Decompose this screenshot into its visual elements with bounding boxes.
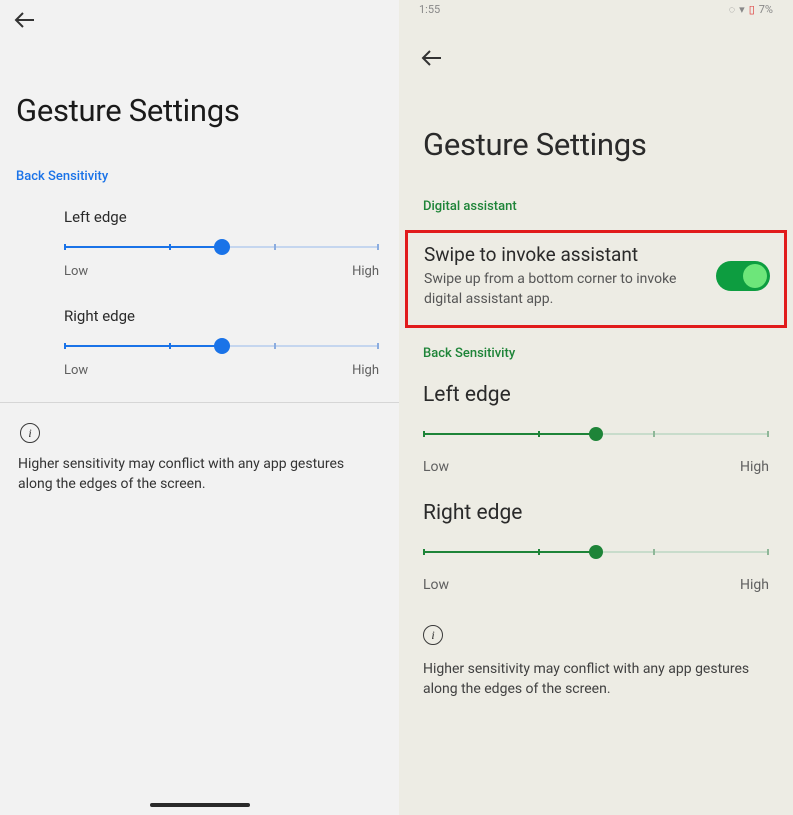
refresh-icon: ◌ xyxy=(729,3,736,16)
status-bar: 1:55 ◌ ▾ ▯ 7% xyxy=(399,0,793,18)
slider-minmax: Low High xyxy=(423,459,769,475)
gesture-nav-bar[interactable] xyxy=(150,803,250,807)
info-text: Higher sensitivity may conflict with any… xyxy=(399,659,793,700)
info-icon: i xyxy=(423,625,443,645)
slider-label: Right edge xyxy=(423,501,769,525)
slider-track[interactable] xyxy=(423,427,769,441)
slider-left-edge: Left edge Low High xyxy=(399,371,793,479)
assistant-toggle-card: Swipe to invoke assistant Swipe up from … xyxy=(405,230,787,328)
slider-minmax: Low High xyxy=(423,577,769,593)
back-icon[interactable] xyxy=(12,8,36,32)
slider-track[interactable] xyxy=(423,545,769,559)
slider-track[interactable] xyxy=(64,240,379,254)
section-back-sensitivity: Back Sensitivity xyxy=(0,169,399,192)
location-icon: ▾ xyxy=(739,3,745,16)
slider-right-edge: Right edge Low High xyxy=(399,479,793,597)
slider-left-edge: Left edge Low High xyxy=(0,192,399,291)
status-right: ◌ ▾ ▯ 7% xyxy=(729,3,773,16)
toggle-title: Swipe to invoke assistant xyxy=(424,243,704,266)
left-pane: Gesture Settings Back Sensitivity Left e… xyxy=(0,0,399,815)
battery-icon: ▯ xyxy=(749,3,755,16)
slider-right-edge: Right edge Low High xyxy=(0,291,399,390)
page-title: Gesture Settings xyxy=(0,40,399,169)
assistant-text: Swipe to invoke assistant Swipe up from … xyxy=(424,243,704,309)
info-icon: i xyxy=(20,423,40,443)
section-digital-assistant: Digital assistant xyxy=(399,199,793,224)
battery-text: 7% xyxy=(759,3,773,16)
page-title: Gesture Settings xyxy=(399,78,793,199)
slider-track[interactable] xyxy=(64,339,379,353)
slider-minmax: Low High xyxy=(64,264,379,279)
slider-minmax: Low High xyxy=(64,363,379,378)
right-pane: 1:55 ◌ ▾ ▯ 7% Gesture Settings Digital a… xyxy=(399,0,793,815)
back-icon[interactable] xyxy=(419,46,443,70)
toggle-desc: Swipe up from a bottom corner to invoke … xyxy=(424,270,704,309)
toolbar xyxy=(0,0,399,40)
status-time: 1:55 xyxy=(419,3,440,16)
info-text: Higher sensitivity may conflict with any… xyxy=(0,455,399,494)
section-back-sensitivity: Back Sensitivity xyxy=(399,346,793,371)
slider-label: Left edge xyxy=(64,208,379,226)
info-row: i xyxy=(0,403,399,449)
assistant-toggle[interactable] xyxy=(716,261,770,291)
slider-label: Left edge xyxy=(423,383,769,407)
toolbar xyxy=(399,18,793,78)
slider-label: Right edge xyxy=(64,307,379,325)
info-row: i xyxy=(399,597,793,651)
